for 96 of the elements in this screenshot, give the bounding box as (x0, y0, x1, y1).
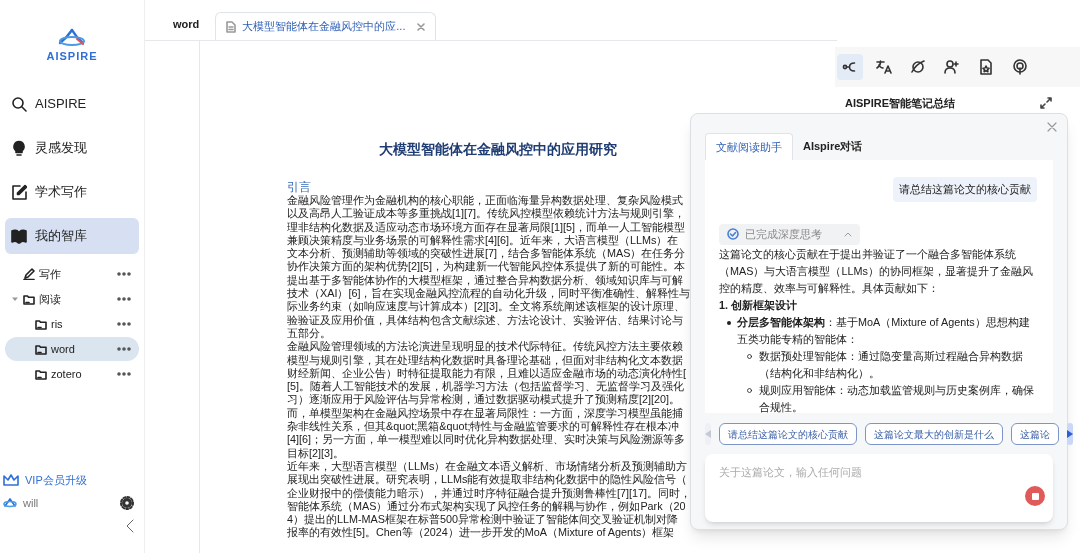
suggestion-chip[interactable]: 请总结这篇论文的核心贡献 (719, 423, 857, 445)
folder-icon (35, 318, 47, 330)
avatar-logo-icon (3, 497, 17, 508)
stop-icon (1031, 492, 1039, 500)
tree-item[interactable]: word (5, 337, 139, 361)
podcast-icon (1012, 59, 1028, 75)
tree-item[interactable]: 阅读 (5, 287, 139, 311)
tree-label: ris (51, 316, 63, 332)
share-icon (842, 59, 858, 75)
bullet-icon (727, 320, 731, 325)
toolbar-button[interactable] (837, 54, 863, 80)
close-icon (417, 22, 426, 31)
body-text-line: 杂非线性关系，但其&quot;黑箱&quot;特性与金融监管要求的可解释性存在根本冲 (287, 420, 680, 434)
document-icon (226, 20, 237, 33)
folder-icon (35, 343, 47, 355)
tree-label: word (51, 341, 75, 357)
body-text-line: 财经新闻、企业公告）时特征提取能力有限，且难以适应金融市场的动态演化特性[ (287, 366, 686, 380)
vip-upgrade-link[interactable]: VIP会员升级 (25, 472, 87, 489)
more-icon (117, 322, 131, 326)
more-icon (117, 347, 131, 351)
body-text-line: 金融风险管理领域的方法论演进呈现明显的技术代际特征。传统风控方法主要依赖 (287, 340, 683, 354)
edit-icon (11, 184, 27, 200)
bullet-text: 分层多智能体架构：基于MoA（Mixture of Agents）思想构建五类功能专精的智能体： (737, 314, 1031, 347)
body-text-line: 报率的有效性[5]。Chen等（2024）进一步开发的MoA（Mixture of Agents）框架 (287, 526, 675, 540)
search-icon (11, 96, 27, 112)
assistant-tab[interactable]: 文献阅读助手 (705, 133, 793, 160)
body-text-line: 以及高昂人工验证成本等多重挑战[1][7]。传统风控模型依赖统计方法与规则引擎， (287, 207, 685, 221)
answer-heading: 1. 创新框架设计 (719, 297, 798, 313)
body-text-line: 企业财报中的偿债能力暗示），并通过时序特征融合提升预测鲁棒性[7][17]。同时， (287, 486, 691, 500)
book-icon (11, 228, 27, 244)
body-text-line: 理非结构化数据及适应动态市场环境方面存在显著局限[1][5]，而单一人工智能模型 (287, 220, 685, 234)
body-text-line: 近年来，大型语言模型（LLMs）在金融文本语义解析、市场情绪分析及预测辅助方 (287, 459, 688, 474)
user-add-icon (944, 59, 960, 75)
document-title: 大模型智能体在金融风控中的应用研究 (379, 140, 617, 159)
body-text-line: 文本分析、预测辅助等领域的突破性进展[7]，结合多智能体系统（MAS）在任务分 (287, 247, 686, 261)
tree-item[interactable]: ris (5, 312, 139, 336)
file-star-icon (978, 59, 994, 75)
user-name: will (23, 495, 40, 511)
suggestion-chip[interactable]: 这篇论 (1011, 423, 1059, 445)
body-text-line: 验验证及应用价值，具体结构包含文献综述、方法论设计、实验评估、结果讨论与 (287, 313, 683, 327)
lightbulb-icon (11, 140, 27, 156)
more-icon (117, 297, 131, 301)
body-text-line: 五部分。 (287, 326, 331, 341)
body-text-line: [5]。随着人工智能技术的发展，机器学习方法（包括监督学习、无监督学习及强化 (287, 380, 684, 394)
tree-label: 阅读 (39, 291, 61, 307)
body-text-line: 展现出突破性进展。研究表明，LLMs能有效提取非结构化数据中的隐性风险信号（ (287, 473, 688, 487)
body-text-line: 目标[2][3]。 (287, 446, 344, 460)
body-text-line: 而，单模型架构在金融风控场景中存在显著局限性：一方面，深度学习模型虽能捕 (287, 406, 683, 421)
folder-icon (35, 368, 47, 380)
body-text-line: 际业务约束（如响应速度与计算成本）[2][3]。全文将系统阐述该框架的设计原理、 (287, 300, 685, 314)
tab-title: 大模型智能体在金融风控中的应... (242, 19, 406, 35)
logo-text: AISPIRE (46, 50, 98, 62)
crown-icon (3, 474, 19, 487)
hollow-bullet-icon (747, 353, 752, 359)
body-text-line: 协作决策方面的架构优势[2][5]，为构建新一代智能风控体系提供了新的可能性。本 (287, 260, 685, 274)
pencil-icon (23, 268, 35, 280)
check-circle-icon (727, 228, 739, 240)
body-text-line: 习）逐渐应用于风险评估与异常检测，通过数据驱动模式提升了预测精度[2][20]。 (287, 393, 680, 407)
tree-label: 写作 (39, 266, 61, 282)
close-icon (1047, 122, 1057, 132)
sub-bullet-text: 规则应用智能体：动态加载监管规则与历史案例库，确保合规性。 (759, 382, 1035, 413)
more-icon (117, 372, 131, 376)
question-input[interactable]: 关于这篇论文，输入任何问题 (705, 454, 1053, 522)
settings-icon (120, 495, 134, 510)
tree-label: zotero (51, 366, 82, 382)
tree-item[interactable]: zotero (5, 362, 139, 386)
tree-item[interactable]: 写作 (5, 262, 139, 286)
notes-title: AISPIRE智能笔记总结 (845, 96, 955, 111)
nav-item[interactable]: 灵感发现 (5, 130, 139, 166)
more-icon (117, 272, 131, 276)
section-heading: 引言 (287, 180, 311, 194)
body-text-line: 提出基于多智能体协作的大模型框架，通过整合异构数据分析、领域知识库与可解 (287, 273, 683, 288)
body-text-line: 兼顾决策精度与业务场景的可解释性需求[4][6]。近年来，大语言模型（LLMs）在 (287, 233, 679, 248)
expand-icon (1040, 97, 1052, 110)
scroll-right-button[interactable] (1067, 423, 1073, 445)
breadcrumb[interactable]: word (173, 15, 200, 40)
body-text-line: 智能体系统（MAS）通过分布式架构实现了风控任务的解耦与协作，例如Park（20 (287, 499, 686, 513)
body-text-line: [4][6]；另一方面，单一模型难以同时优化异构数据处理、实时决策与风险溯源等多 (287, 433, 685, 447)
body-text-line: 模型与规则引擎，其在处理结构化数据时具备理论基础，但面对非结构化文本数据 (287, 353, 683, 367)
translate-icon (876, 59, 892, 75)
answer-paragraph: 这篇论文的核心贡献在于提出并验证了一个融合多智能体系统（MAS）与大语言模型（LLMs）的协同框架，显著提升了金融风控的精度、效率与可解释性。具体贡献如下： (719, 246, 1034, 296)
body-text-line: 技术（XAI）[6]，旨在实现金融风控流程的自动化升级，同时平衡准确性、解释性与 (287, 287, 691, 301)
body-text-line: 金融风险管理作为金融机构的核心职能，正面临海量异构数据处理、复杂风险模式 (287, 194, 683, 208)
folder-icon (23, 293, 35, 305)
nav-item[interactable]: AISPIRE (5, 86, 139, 122)
document-tab[interactable]: 大模型智能体在金融风控中的应... (215, 12, 437, 40)
collapse-icon (126, 519, 134, 533)
body-text-line: 4）提出的LLM-MAS框架在标普500异常检测中验证了智能体间交叉验证机制对降 (287, 513, 678, 527)
nav-item[interactable]: 学术写作 (5, 174, 139, 210)
assistant-tab[interactable]: AIspire对话 (793, 133, 873, 160)
hollow-bullet-icon (747, 387, 752, 393)
sub-bullet-text: 数据预处理智能体：通过隐变量高斯过程融合异构数据（结构化和非结构化）。 (759, 348, 1024, 381)
nav-item[interactable]: 我的智库 (5, 218, 139, 254)
caret-left-icon (705, 430, 711, 438)
suggestion-chip[interactable]: 这篇论文最大的创新是什么 (865, 423, 1003, 445)
user-message: 请总结这篇论文的核心贡献 (893, 177, 1037, 202)
